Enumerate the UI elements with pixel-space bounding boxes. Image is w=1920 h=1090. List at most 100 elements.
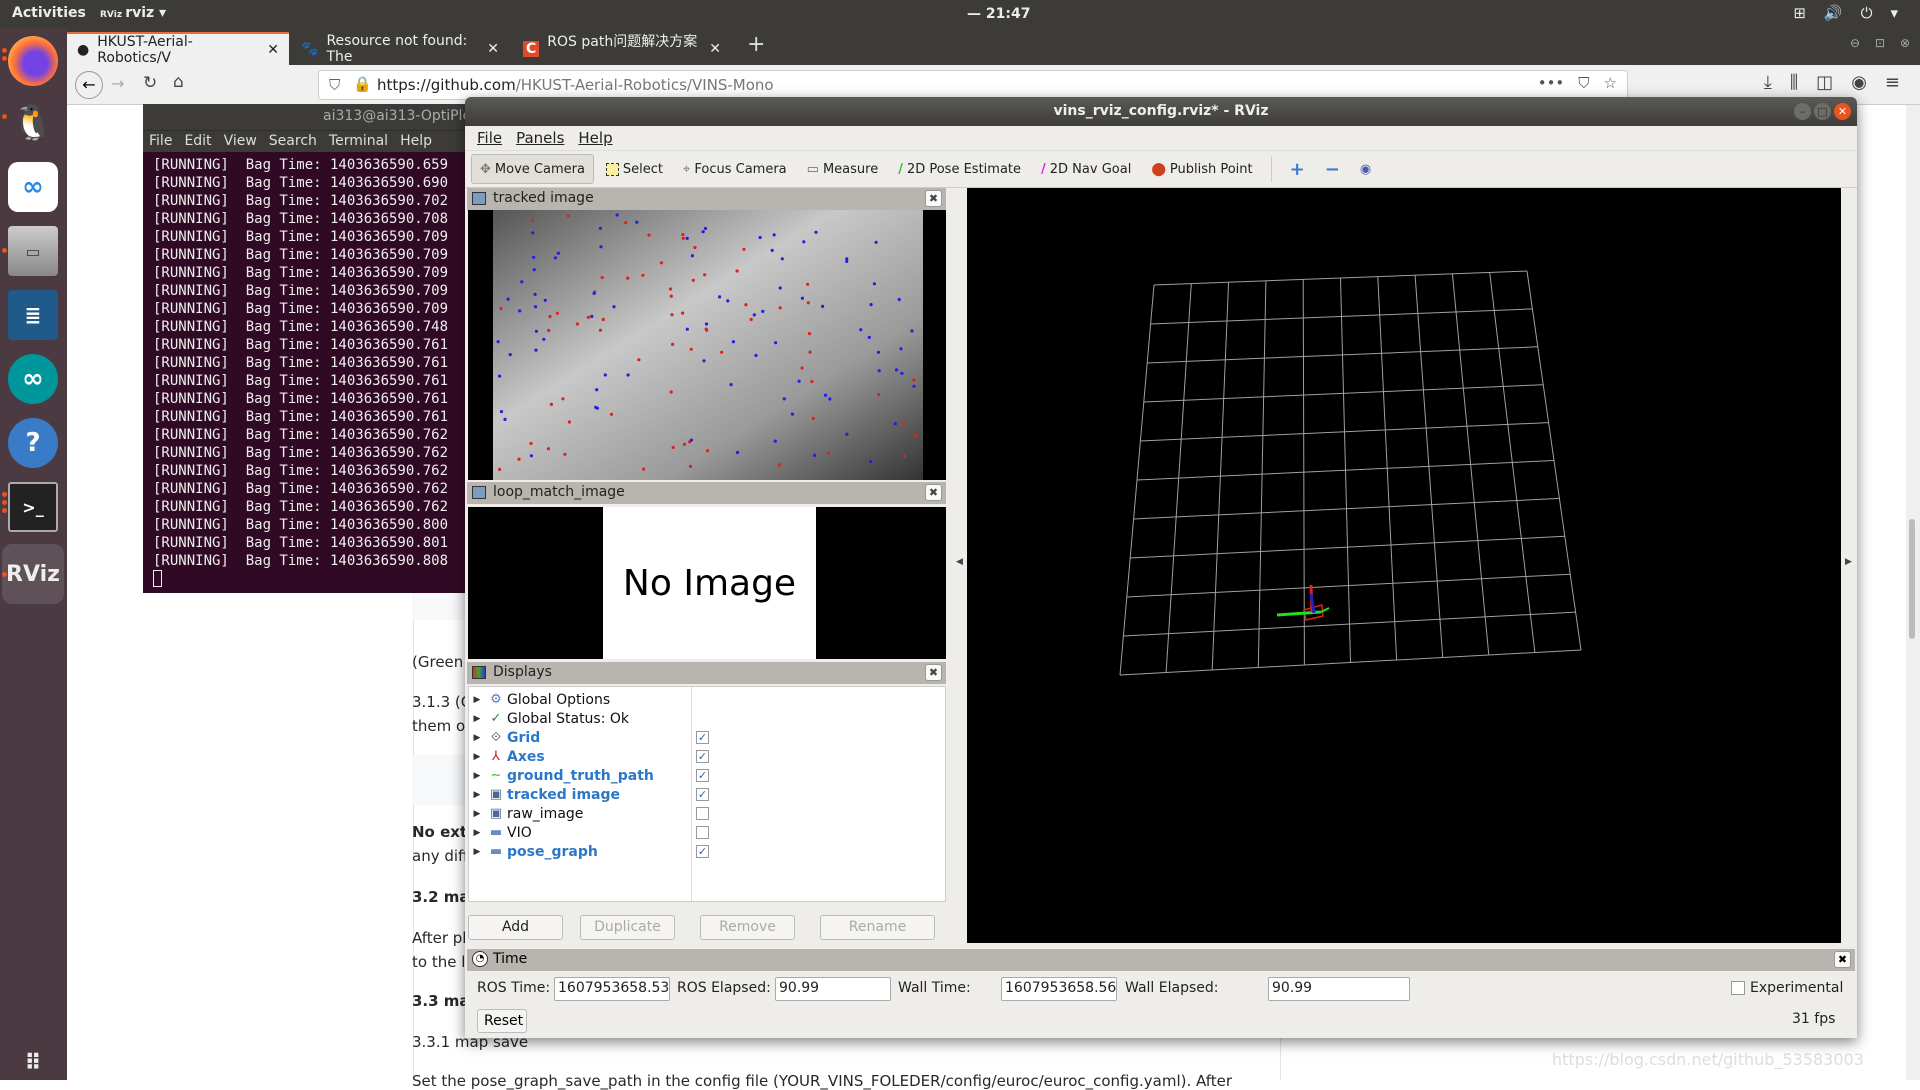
expand-arrow-icon[interactable]: ▶	[469, 771, 485, 781]
expand-arrow-icon[interactable]: ▶	[469, 828, 485, 838]
remove-button[interactable]: Remove	[700, 915, 795, 940]
expand-arrow-icon[interactable]: ▶	[469, 809, 485, 819]
3d-render-view[interactable]	[967, 188, 1841, 943]
sidebar-icon[interactable]: ◫	[1816, 72, 1833, 93]
close-panel-button[interactable]: ✖	[925, 664, 942, 681]
files-icon[interactable]: ▭	[8, 226, 58, 276]
reload-button[interactable]: ↻	[143, 73, 157, 93]
display-item[interactable]: ▶ ∼ ground_truth_path	[469, 766, 654, 785]
expand-arrow-icon[interactable]: ▶	[469, 790, 485, 800]
browser-tab[interactable]: ● HKUST-Aerial-Robotics/V ✕	[67, 32, 289, 66]
terminal-menu-view[interactable]: View	[224, 133, 257, 150]
maximize-button[interactable]: ⊡	[1875, 36, 1885, 50]
tool-focus-camera[interactable]: ⌖ Focus Camera	[675, 154, 795, 184]
collapse-left-handle[interactable]: ◀	[956, 557, 963, 567]
rename-button[interactable]: Rename	[820, 915, 935, 940]
terminal-menu-help[interactable]: Help	[400, 133, 432, 150]
firefox-icon[interactable]	[8, 36, 58, 86]
close-window-button[interactable]: ⊗	[1900, 36, 1910, 50]
baidu-netdisk-icon[interactable]: ∞	[8, 162, 58, 212]
display-enabled-checkbox[interactable]: ✓	[696, 750, 709, 763]
collapse-right-handle[interactable]: ▶	[1845, 557, 1852, 567]
add-tool-button[interactable]: +	[1282, 154, 1313, 184]
terminal-menu-file[interactable]: File	[149, 133, 172, 150]
tool-measure[interactable]: ▭ Measure	[799, 154, 887, 184]
browser-tab[interactable]: C ROS path问题解决方案_ ✕	[513, 32, 731, 67]
tool-publish-point[interactable]: ⬤ Publish Point	[1143, 154, 1260, 184]
display-item[interactable]: ▶ ▣ raw_image	[469, 804, 584, 823]
terminal-icon[interactable]: >_	[8, 482, 58, 532]
arduino-icon[interactable]: ∞	[8, 354, 58, 404]
display-item[interactable]: ▶ ▬ VIO	[469, 823, 532, 842]
close-panel-button[interactable]: ✖	[925, 190, 942, 207]
display-item[interactable]: ▶ ⟐ Grid	[469, 728, 541, 747]
wall-time-field[interactable]: 1607953658.56	[1001, 977, 1117, 1001]
3d-scene[interactable]	[967, 188, 1841, 943]
activities-button[interactable]: Activities	[12, 5, 86, 21]
library-icon[interactable]: ⫼	[1790, 72, 1798, 93]
display-enabled-checkbox[interactable]: ✓	[696, 845, 709, 858]
forward-button[interactable]: →	[111, 74, 124, 93]
browser-tab[interactable]: 🐾 Resource not found: The ✕	[291, 32, 509, 65]
tool-move-camera[interactable]: ✥ Move Camera	[471, 154, 594, 184]
close-window-button[interactable]: ✕	[1834, 103, 1851, 120]
display-enabled-checkbox[interactable]	[696, 826, 709, 839]
menu-help[interactable]: Help	[578, 129, 612, 147]
display-item[interactable]: ▶ ✓ Global Status: Ok	[469, 709, 629, 728]
expand-arrow-icon[interactable]: ▶	[469, 847, 485, 857]
display-item[interactable]: ▶ ▣ tracked image	[469, 785, 621, 804]
menu-icon[interactable]: ≡	[1885, 72, 1900, 93]
home-button[interactable]: ⌂	[173, 72, 184, 92]
display-item[interactable]: ▶ ⚙ Global Options	[469, 690, 611, 709]
display-item[interactable]: ▶ ▬ pose_graph	[469, 842, 598, 861]
pocket-icon[interactable]: ⛉	[1578, 74, 1589, 92]
help-icon[interactable]: ?	[8, 418, 58, 468]
ros-time-field[interactable]: 1607953658.53	[554, 977, 670, 1001]
back-button[interactable]: ←	[75, 71, 103, 99]
display-item[interactable]: ▶ ⅄ Axes	[469, 747, 545, 766]
terminal-window[interactable]: ai313@ai313-OptiPle File Edit View Searc…	[143, 104, 488, 593]
remove-tool-button[interactable]: −	[1317, 154, 1348, 184]
reset-button[interactable]: Reset	[477, 1009, 527, 1033]
close-tab-icon[interactable]: ✕	[487, 41, 499, 57]
show-apps-icon[interactable]: ⠿	[8, 1038, 58, 1088]
tool-2d-pose-estimate[interactable]: /2D Pose Estimate	[890, 154, 1029, 184]
display-enabled-checkbox[interactable]: ✓	[696, 731, 709, 744]
lock-icon[interactable]: 🔒	[353, 75, 372, 93]
menu-panels[interactable]: Panels	[516, 129, 564, 147]
qq-icon[interactable]: 🐧	[8, 98, 58, 148]
tool-select[interactable]: Select	[598, 154, 671, 184]
url-bar[interactable]: ⛉ 🔒 https://github.com/HKUST-Aerial-Robo…	[318, 70, 1628, 100]
close-tab-icon[interactable]: ✕	[267, 42, 279, 58]
expand-arrow-icon[interactable]: ▶	[469, 714, 485, 724]
display-enabled-checkbox[interactable]	[696, 807, 709, 820]
system-tray[interactable]: ⊞ 🔊 ⏻ ▾	[1793, 4, 1898, 22]
terminal-menu-search[interactable]: Search	[269, 133, 317, 150]
account-icon[interactable]: ◉	[1851, 72, 1867, 93]
clock[interactable]: — 21:47	[967, 6, 1030, 22]
ros-elapsed-field[interactable]: 90.99	[775, 977, 891, 1001]
close-panel-button[interactable]: ✖	[925, 484, 942, 501]
tracking-shield-icon[interactable]: ⛉	[329, 76, 340, 94]
expand-arrow-icon[interactable]: ▶	[469, 733, 485, 743]
display-enabled-checkbox[interactable]: ✓	[696, 788, 709, 801]
duplicate-button[interactable]: Duplicate	[580, 915, 675, 940]
tool-2d-nav-goal[interactable]: /2D Nav Goal	[1033, 154, 1139, 184]
terminal-menu-edit[interactable]: Edit	[184, 133, 211, 150]
display-enabled-checkbox[interactable]: ✓	[696, 769, 709, 782]
column-divider[interactable]	[691, 687, 692, 901]
close-tab-icon[interactable]: ✕	[709, 41, 721, 57]
expand-arrow-icon[interactable]: ▶	[469, 752, 485, 762]
wall-elapsed-field[interactable]: 90.99	[1268, 977, 1410, 1001]
scrollbar-thumb[interactable]	[1909, 519, 1915, 639]
minimize-button[interactable]: –	[1794, 103, 1811, 120]
expand-arrow-icon[interactable]: ▶	[469, 695, 485, 705]
bookmark-star-icon[interactable]: ☆	[1604, 74, 1617, 92]
page-actions-icon[interactable]: •••	[1538, 74, 1565, 92]
close-panel-button[interactable]: ✖	[1834, 951, 1851, 968]
new-tab-button[interactable]: +	[747, 32, 765, 57]
minimize-button[interactable]: ⊖	[1850, 36, 1860, 50]
experimental-checkbox[interactable]	[1731, 981, 1745, 995]
maximize-button[interactable]: □	[1814, 103, 1831, 120]
add-button[interactable]: Add	[468, 915, 563, 940]
